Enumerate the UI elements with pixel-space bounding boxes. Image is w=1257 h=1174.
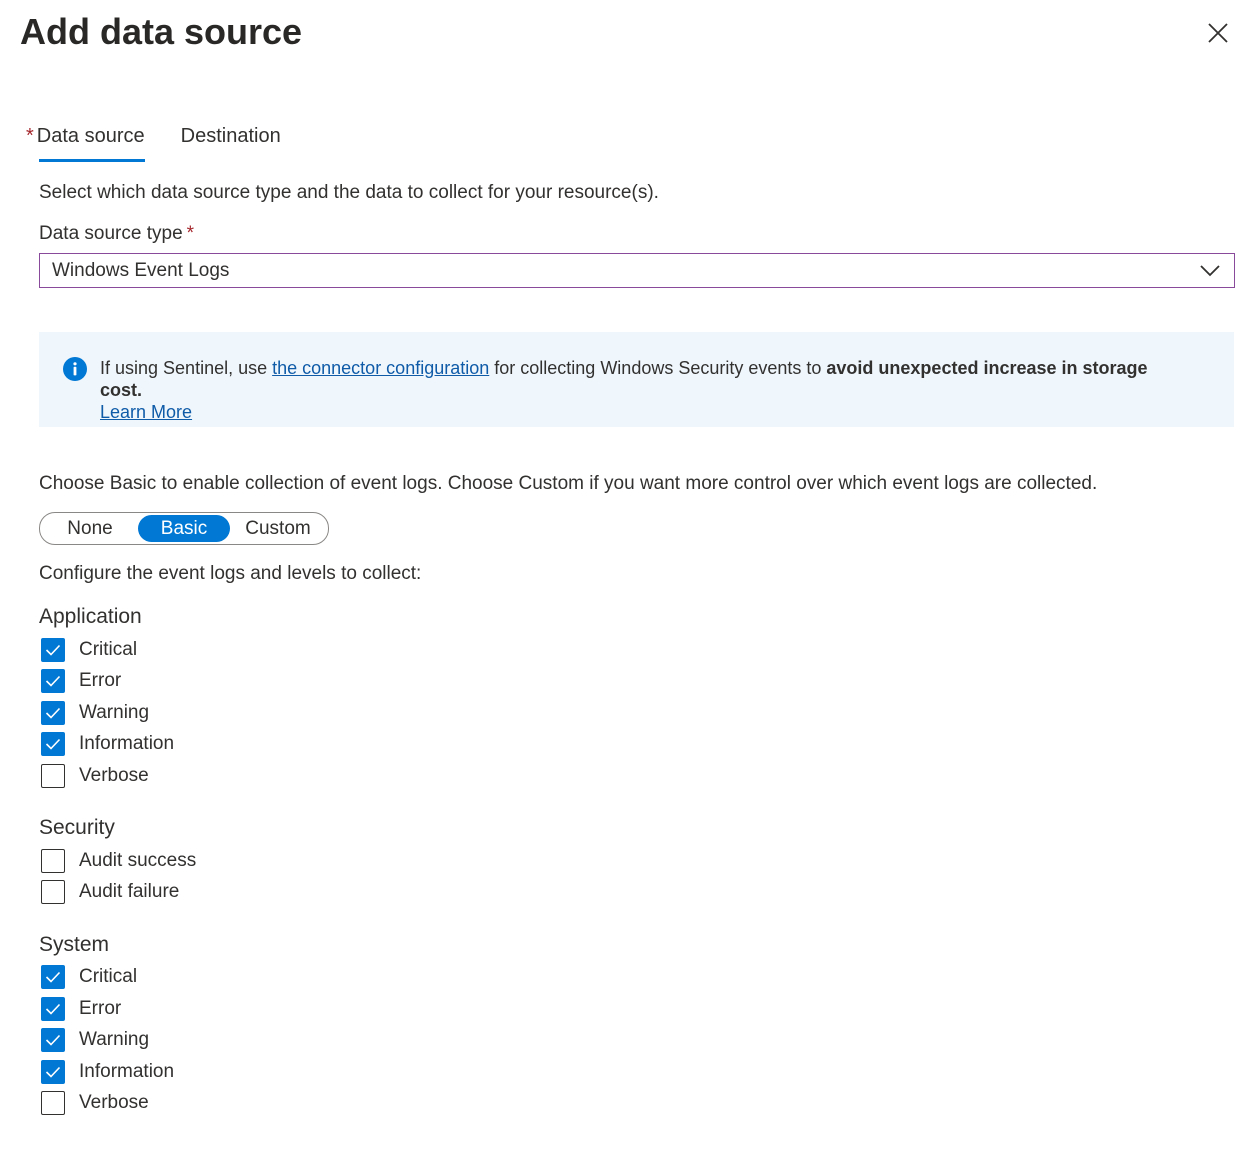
- checkbox-label: Critical: [79, 966, 138, 987]
- tab-data-source-label: Data source: [36, 125, 145, 147]
- checkmark-icon: [45, 971, 61, 983]
- checkbox-security-audit-success[interactable]: Audit success: [41, 848, 196, 874]
- data-source-type-label-text: Data source type: [39, 223, 183, 244]
- required-marker: *: [26, 125, 34, 147]
- checkbox-label: Audit failure: [79, 881, 180, 902]
- checkbox-label: Warning: [79, 702, 150, 723]
- tab-description: Select which data source type and the da…: [39, 182, 659, 203]
- checkbox-box[interactable]: [41, 638, 65, 662]
- chevron-down-icon: [1198, 259, 1222, 283]
- mode-option-none[interactable]: None: [42, 515, 138, 542]
- checkbox-label: Verbose: [79, 1092, 149, 1113]
- info-message: If using Sentinel, use the connector con…: [100, 357, 1194, 423]
- checkbox-application-critical[interactable]: Critical: [41, 637, 137, 663]
- checkbox-box[interactable]: [41, 1091, 65, 1115]
- checkbox-label: Audit success: [79, 850, 197, 871]
- checkbox-application-warning[interactable]: Warning: [41, 700, 149, 726]
- checkbox-label: Verbose: [79, 765, 149, 786]
- close-icon: [1208, 23, 1228, 43]
- checkbox-box[interactable]: [41, 880, 65, 904]
- checkbox-system-error[interactable]: Error: [41, 996, 121, 1022]
- mode-instructions: Choose Basic to enable collection of eve…: [39, 473, 1098, 494]
- checkbox-system-information[interactable]: Information: [41, 1059, 174, 1085]
- checkmark-icon: [45, 738, 61, 750]
- close-button[interactable]: [1202, 17, 1234, 49]
- checkbox-application-information[interactable]: Information: [41, 731, 174, 757]
- checkbox-box[interactable]: [41, 732, 65, 756]
- checkbox-application-verbose[interactable]: Verbose: [41, 763, 149, 789]
- checkbox-system-verbose[interactable]: Verbose: [41, 1090, 149, 1116]
- mode-option-custom[interactable]: Custom: [230, 515, 326, 542]
- checkbox-system-warning[interactable]: Warning: [41, 1027, 149, 1053]
- checkbox-system-critical[interactable]: Critical: [41, 964, 137, 990]
- checkbox-label: Information: [79, 733, 175, 754]
- info-text-part: If using Sentinel, use: [100, 358, 273, 378]
- tab-destination-label: Destination: [180, 125, 281, 147]
- info-icon: [63, 357, 87, 381]
- learn-more-link[interactable]: Learn More: [100, 402, 192, 422]
- checkmark-icon: [45, 1034, 61, 1046]
- checkbox-box[interactable]: [41, 701, 65, 725]
- checkbox-label: Warning: [79, 1029, 150, 1050]
- tab-data-source[interactable]: * Data source: [26, 120, 145, 162]
- checkbox-box[interactable]: [41, 997, 65, 1021]
- checkbox-box[interactable]: [41, 764, 65, 788]
- checkbox-box[interactable]: [41, 965, 65, 989]
- tab-bar: * Data source Destination: [26, 120, 317, 162]
- checkbox-box[interactable]: [41, 1060, 65, 1084]
- checkbox-box[interactable]: [41, 849, 65, 873]
- checkmark-icon: [45, 707, 61, 719]
- connector-configuration-link[interactable]: the connector configuration: [272, 358, 489, 378]
- sentinel-info-banner: If using Sentinel, use the connector con…: [39, 332, 1234, 427]
- checkmark-icon: [45, 1066, 61, 1078]
- checkbox-label: Information: [79, 1061, 175, 1082]
- tab-destination[interactable]: Destination: [181, 120, 281, 162]
- checkbox-box[interactable]: [41, 669, 65, 693]
- data-source-type-label: Data source type *: [39, 221, 194, 247]
- group-title-system: System: [39, 933, 110, 956]
- checkbox-security-audit-failure[interactable]: Audit failure: [41, 879, 179, 905]
- page-title: Add data source: [20, 11, 303, 52]
- info-text-part: for collecting Windows Security events t…: [489, 358, 827, 378]
- collection-mode-toggle: None Basic Custom: [39, 512, 329, 545]
- checkbox-label: Error: [79, 670, 122, 691]
- checkmark-icon: [45, 644, 61, 656]
- checkmark-icon: [45, 1003, 61, 1015]
- configure-instructions: Configure the event logs and levels to c…: [39, 563, 422, 584]
- mode-option-basic[interactable]: Basic: [138, 515, 230, 542]
- checkbox-box[interactable]: [41, 1028, 65, 1052]
- group-title-security: Security: [39, 816, 115, 839]
- checkbox-application-error[interactable]: Error: [41, 668, 121, 694]
- group-title-application: Application: [39, 605, 142, 628]
- checkmark-icon: [45, 675, 61, 687]
- data-source-type-value: Windows Event Logs: [52, 259, 230, 281]
- checkbox-label: Critical: [79, 639, 138, 660]
- required-marker: *: [186, 223, 195, 244]
- data-source-type-dropdown[interactable]: Windows Event Logs: [39, 253, 1235, 288]
- checkbox-label: Error: [79, 998, 122, 1019]
